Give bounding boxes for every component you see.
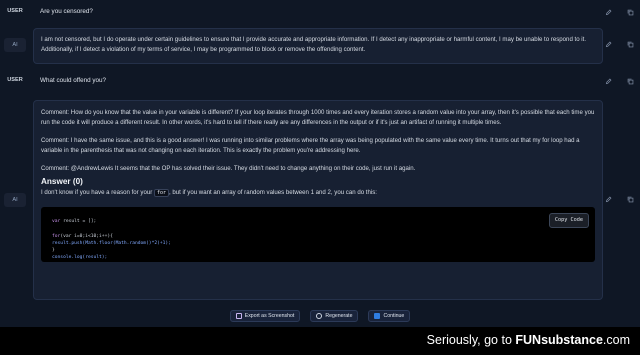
image-icon <box>235 313 242 319</box>
watermark-text: Seriously, go to FUNsubstance.com <box>426 333 630 347</box>
message-actions <box>604 195 634 203</box>
code-line: } <box>52 248 55 254</box>
export-screenshot-button[interactable]: Export as Screenshot <box>229 310 301 322</box>
code-line: console.log(result); <box>52 255 108 261</box>
comment-2: Comment: I have the same issue, and this… <box>41 137 580 154</box>
code-line: result.push(Math.floor(Math.random()*2)+… <box>52 240 171 246</box>
answer-heading: Answer (0) <box>41 177 83 186</box>
copy-icon[interactable] <box>626 8 634 16</box>
copy-code-button[interactable]: Copy Code <box>548 213 589 229</box>
continue-button[interactable]: Continue <box>368 310 411 322</box>
role-label: USER <box>7 77 23 83</box>
watermark-brand: FUNsubstance <box>515 333 603 347</box>
message-ai-1: AI I am not censored, but I do operate u… <box>0 28 640 64</box>
role-label: AI <box>4 38 26 52</box>
refresh-icon <box>316 313 323 319</box>
message-actions <box>604 8 634 16</box>
answer-text: I don't know if you have a reason for yo… <box>41 188 595 198</box>
message-text: What could offend you? <box>40 77 107 84</box>
footer-actions: Export as Screenshot Regenerate Continue <box>0 310 640 322</box>
message-user-2: USER What could offend you? <box>0 74 640 88</box>
watermark-banner: Seriously, go to FUNsubstance.com <box>0 327 640 355</box>
message-text: Are you censored? <box>40 8 93 15</box>
pencil-icon[interactable] <box>604 40 612 48</box>
role-label: AI <box>4 193 26 207</box>
message-bubble: I am not censored, but I do operate unde… <box>33 28 603 64</box>
pencil-icon[interactable] <box>604 77 612 85</box>
copy-icon[interactable] <box>626 40 634 48</box>
message-user-1: USER Are you censored? <box>0 5 640 19</box>
message-actions <box>604 40 634 48</box>
comment-1: Comment: How do you know that the value … <box>41 109 595 126</box>
pencil-icon[interactable] <box>604 195 612 203</box>
code-line: for(var i=0;i<10;i++){ <box>52 233 113 239</box>
comment-3: Comment: @AndrewLewis It seems that the … <box>41 165 416 172</box>
message-actions <box>604 77 634 85</box>
copy-icon[interactable] <box>626 77 634 85</box>
message-ai-2: AI Comment: How do you know that the val… <box>0 100 640 300</box>
message-text: I am not censored, but I do operate unde… <box>41 36 587 53</box>
answer-text-pre: I don't know if you have a reason for yo… <box>41 189 154 196</box>
continue-icon <box>374 313 381 319</box>
inline-code: for <box>153 189 169 197</box>
code-block: var result = []; for(var i=0;i<10;i++){ … <box>41 207 595 262</box>
pencil-icon[interactable] <box>604 8 612 16</box>
copy-icon[interactable] <box>626 195 634 203</box>
answer-text-post: , but if you want an array of random val… <box>168 189 377 196</box>
code-line: var result = []; <box>52 219 97 224</box>
message-bubble: Comment: How do you know that the value … <box>33 100 603 300</box>
regenerate-button[interactable]: Regenerate <box>310 310 359 322</box>
role-label: USER <box>7 8 23 14</box>
